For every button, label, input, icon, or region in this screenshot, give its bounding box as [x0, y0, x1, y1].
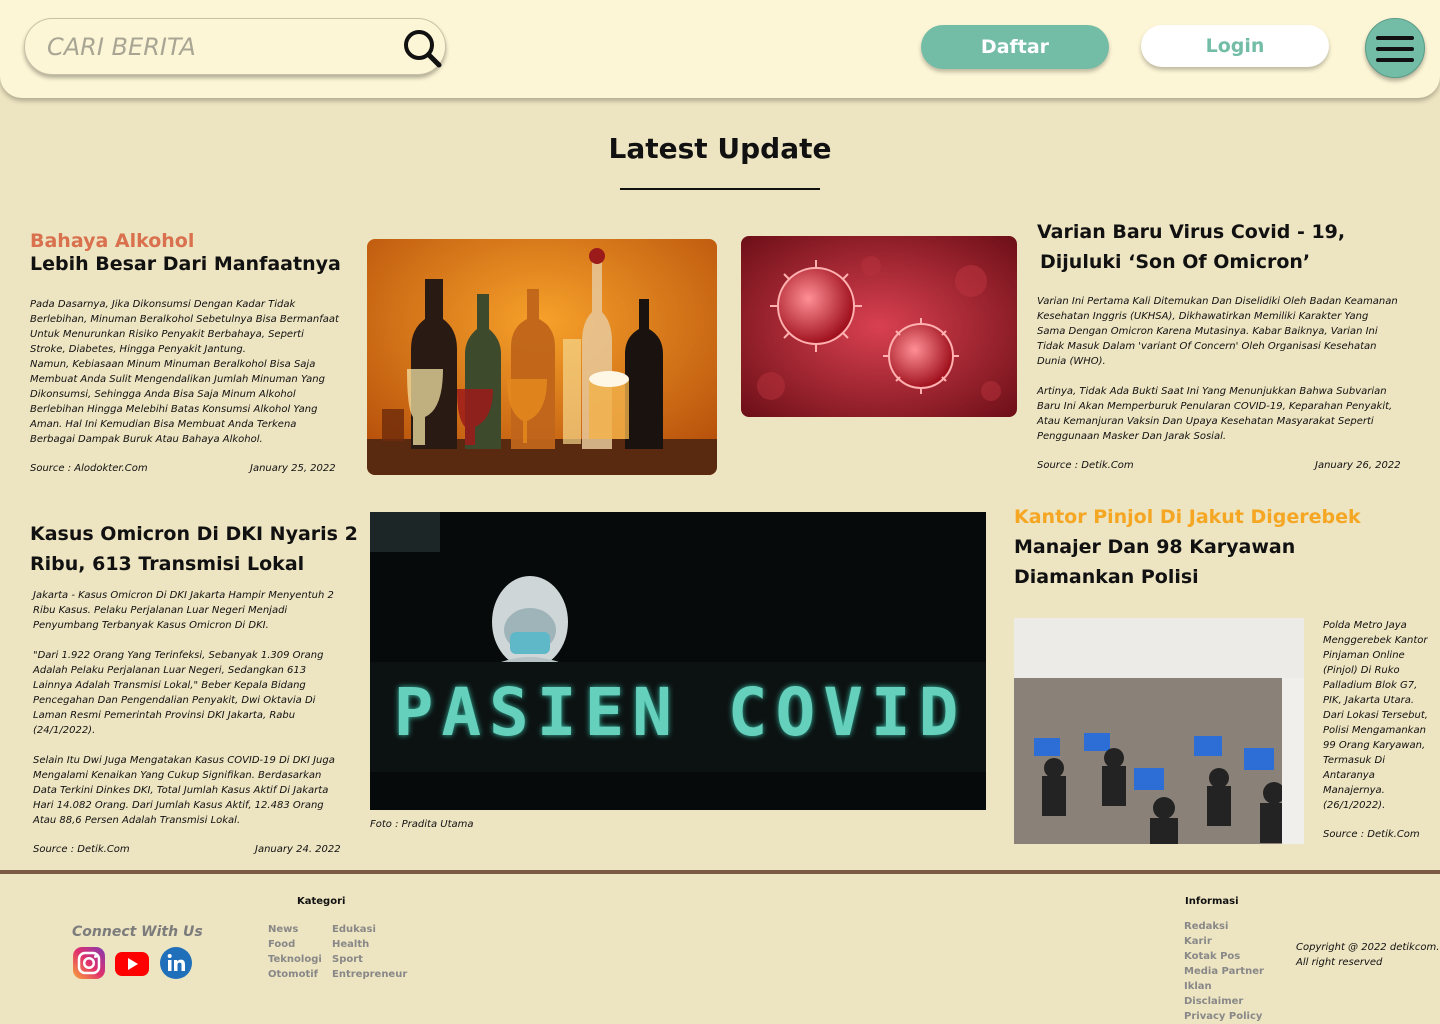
search-bar[interactable] [24, 18, 446, 75]
search-icon[interactable] [399, 25, 445, 71]
footer-link-disclaimer[interactable]: Disclaimer [1184, 994, 1243, 1009]
article-date: January 25, 2022 [250, 463, 336, 474]
connect-label: Connect With Us [72, 924, 203, 940]
article-title-highlight[interactable]: Bahaya Alkohol [30, 229, 194, 253]
article-title-highlight[interactable]: Kantor Pinjol Di Jakut Digerebek [1014, 505, 1361, 529]
header: Daftar Login [0, 0, 1440, 98]
article-title-line3[interactable]: Diamankan Polisi [1014, 565, 1199, 589]
hamburger-icon-bar [1376, 58, 1414, 62]
hazmat-worker-illustration [370, 512, 986, 810]
article-body: Pada Dasarnya, Jika Dikonsumsi Dengan Ka… [30, 299, 339, 445]
kategori-heading: Kategori [297, 896, 346, 907]
article-body: Polda Metro Jaya Menggerebek Kantor Pinj… [1323, 620, 1428, 811]
footer-link-edukasi[interactable]: Edukasi [332, 922, 376, 937]
photo-caption: Foto : Pradita Utama [370, 819, 474, 830]
footer-link-teknologi[interactable]: Teknologi [268, 952, 322, 967]
footer-link-kotak-pos[interactable]: Kotak Pos [1184, 949, 1240, 964]
footer-link-redaksi[interactable]: Redaksi [1184, 919, 1228, 934]
menu-button[interactable] [1365, 18, 1425, 78]
article-body-2: "Dari 1.922 Orang Yang Terinfeksi, Seban… [33, 650, 324, 736]
office-raid-image[interactable] [1014, 618, 1304, 844]
article-source: Source : Detik.Com [33, 844, 130, 855]
informasi-heading: Informasi [1185, 896, 1239, 907]
alcohol-bottles-illustration [367, 239, 717, 475]
instagram-icon[interactable] [72, 946, 106, 980]
footer: Connect With Us Kategori News Food Tekno… [0, 870, 1440, 1024]
article-source: Source : Detik.Com [1323, 829, 1420, 840]
article-date: January 26, 2022 [1315, 460, 1401, 471]
article-title[interactable]: Manajer Dan 98 Karyawan [1014, 535, 1295, 559]
search-input[interactable] [47, 29, 367, 65]
section-title: Latest Update [608, 132, 832, 165]
article-body-2: Artinya, Tidak Ada Bukti Saat Ini Yang M… [1037, 386, 1393, 442]
daftar-button[interactable]: Daftar [921, 25, 1109, 69]
copyright-text: Copyright @ 2022 detikcom. All right res… [1296, 942, 1440, 968]
article-title-line2[interactable]: Ribu, 613 Transmisi Lokal [30, 552, 304, 576]
pasien-covid-sign: PASIEN COVID [393, 674, 967, 751]
login-button[interactable]: Login [1141, 25, 1329, 67]
article-title[interactable]: Kasus Omicron Di DKI Nyaris 2 [30, 522, 358, 546]
footer-link-health[interactable]: Health [332, 937, 369, 952]
footer-link-iklan[interactable]: Iklan [1184, 979, 1212, 994]
pasien-covid-image[interactable]: PASIEN COVID [370, 512, 986, 810]
section-divider [620, 188, 820, 190]
footer-link-entrepreneur[interactable]: Entrepreneur [332, 967, 407, 982]
article-title-line2[interactable]: Dijuluki ‘Son Of Omicron’ [1040, 250, 1310, 274]
footer-link-karir[interactable]: Karir [1184, 934, 1212, 949]
hamburger-icon-bar [1376, 47, 1414, 51]
article-title[interactable]: Lebih Besar Dari Manfaatnya [30, 252, 341, 276]
article-body: Varian Ini Pertama Kali Ditemukan Dan Di… [1037, 296, 1398, 367]
footer-link-privacy-policy[interactable]: Privacy Policy [1184, 1009, 1262, 1024]
alcohol-bottles-image[interactable] [367, 239, 717, 475]
linkedin-icon[interactable] [159, 946, 193, 980]
hamburger-icon [1376, 36, 1414, 40]
footer-link-food[interactable]: Food [268, 937, 295, 952]
virus-image[interactable] [741, 236, 1017, 417]
article-title[interactable]: Varian Baru Virus Covid - 19, [1037, 220, 1345, 244]
article-body-3: Selain Itu Dwi Juga Mengatakan Kasus COV… [33, 755, 335, 826]
article-body: Jakarta - Kasus Omicron Di DKI Jakarta H… [33, 590, 334, 631]
virus-illustration [741, 236, 1017, 417]
article-source: Source : Alodokter.Com [30, 463, 148, 474]
youtube-icon[interactable] [114, 950, 150, 978]
footer-link-sport[interactable]: Sport [332, 952, 363, 967]
footer-link-otomotif[interactable]: Otomotif [268, 967, 318, 982]
article-source: Source : Detik.Com [1037, 460, 1134, 471]
article-date: January 24. 2022 [255, 844, 341, 855]
footer-link-media-partner[interactable]: Media Partner [1184, 964, 1264, 979]
footer-link-news[interactable]: News [268, 922, 298, 937]
office-raid-illustration [1014, 618, 1304, 844]
